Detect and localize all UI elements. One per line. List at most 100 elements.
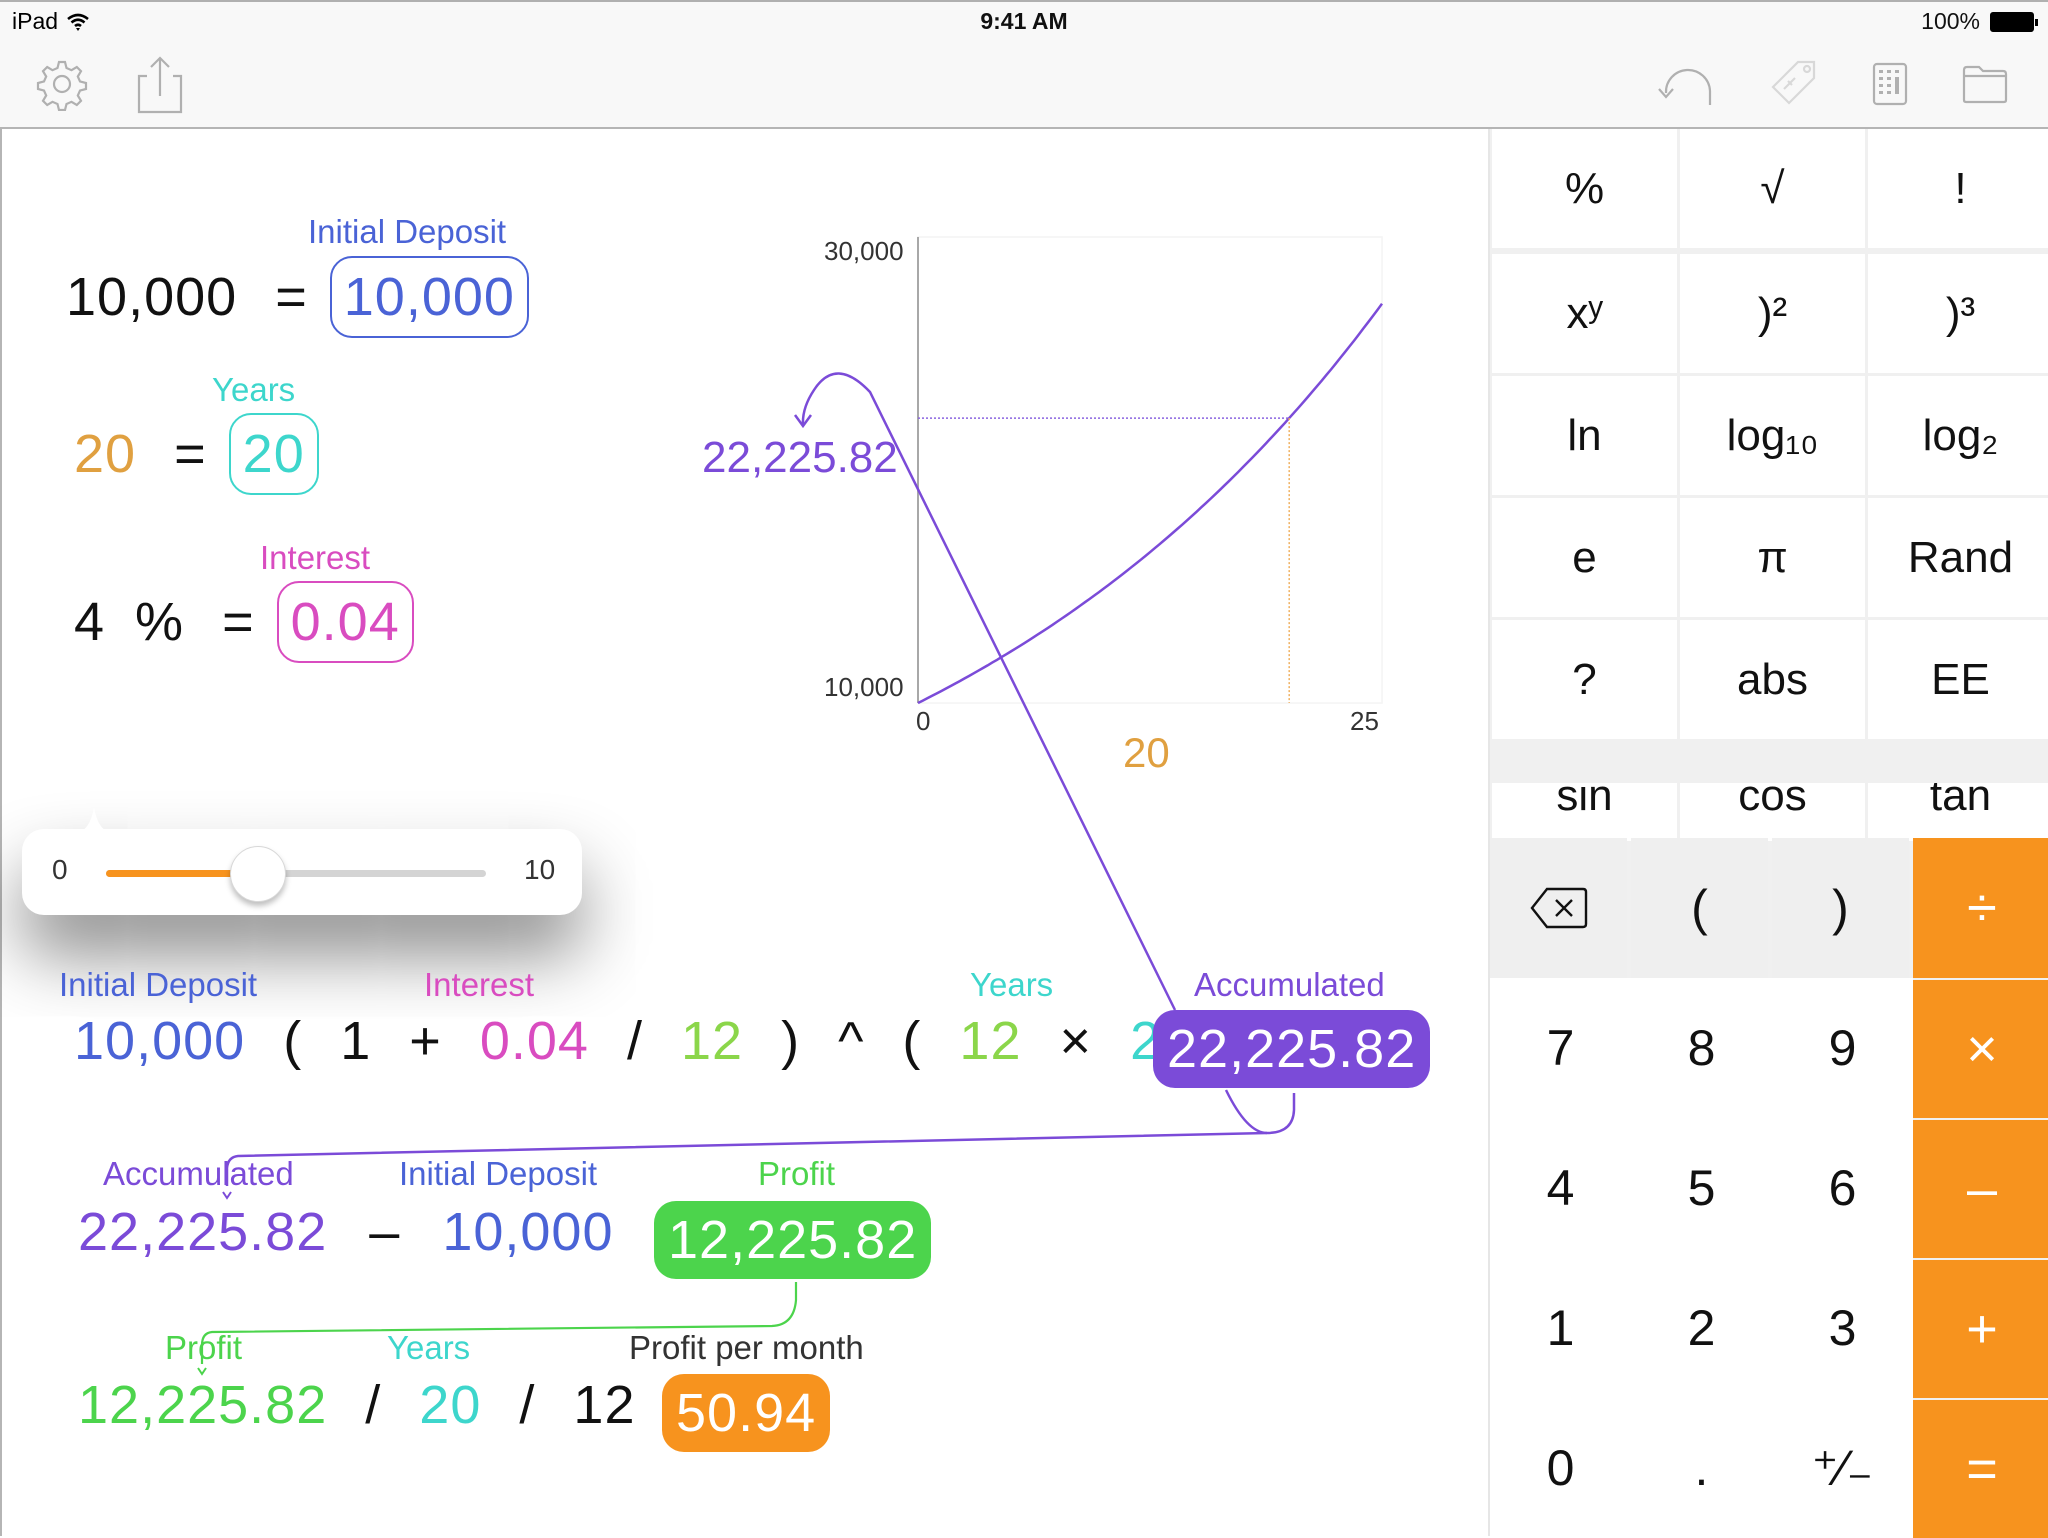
key-equals[interactable]: =	[1913, 1400, 2048, 1538]
key-7[interactable]: 7	[1490, 978, 1631, 1118]
key-5[interactable]: 5	[1631, 1118, 1772, 1258]
token-plus[interactable]: +	[409, 1011, 442, 1071]
token-minus[interactable]: –	[369, 1202, 400, 1262]
battery-icon	[1990, 11, 2038, 32]
key-cube[interactable]: )³	[1868, 254, 2048, 373]
key-add[interactable]: +	[1913, 1260, 2048, 1398]
key-ee[interactable]: EE	[1868, 620, 2048, 739]
result-profit[interactable]: 12,225.82	[654, 1201, 932, 1279]
result-profit-per-month[interactable]: 50.94	[662, 1374, 831, 1452]
token-months[interactable]: 12	[573, 1375, 635, 1435]
popover-tail	[76, 807, 112, 833]
equation-profit[interactable]: 22,225.82 – 10,000 =	[78, 1201, 686, 1263]
backspace-icon	[1529, 887, 1587, 929]
key-label: Rand	[1907, 532, 2014, 582]
key-label: log₁₀	[1726, 410, 1819, 460]
key-abs[interactable]: abs	[1680, 620, 1865, 739]
key-6[interactable]: 6	[1772, 1118, 1913, 1258]
share-icon	[137, 56, 183, 114]
key-ln[interactable]: ln	[1492, 376, 1677, 495]
key-cos[interactable]: cos	[1680, 783, 1865, 841]
key-sin[interactable]: sin	[1492, 783, 1677, 841]
variable-value-interest[interactable]: 0.04	[276, 581, 414, 663]
result-monthly-wrap[interactable]: 50.94	[662, 1374, 831, 1452]
variable-row-years[interactable]: 20 = 20	[74, 413, 319, 495]
key-tan[interactable]: tan	[1868, 783, 2048, 841]
key-label: +	[1966, 1299, 1998, 1359]
equation-monthly[interactable]: 12,225.82 / 20 / 12 =	[78, 1374, 706, 1436]
key-2[interactable]: 2	[1631, 1258, 1772, 1398]
key-1[interactable]: 1	[1490, 1258, 1631, 1398]
token-divide[interactable]: /	[365, 1375, 381, 1435]
key-open-paren[interactable]: (	[1631, 838, 1768, 978]
key-pi[interactable]: π	[1680, 498, 1865, 617]
token-open-paren[interactable]: (	[902, 1011, 921, 1071]
key-power[interactable]: xʸ	[1492, 254, 1677, 373]
token-profit-ref[interactable]: 12,225.82	[78, 1375, 327, 1435]
tag-button[interactable]	[1763, 54, 1823, 114]
chart-y-marker-label: 22,225.82	[702, 433, 898, 482]
key-log10[interactable]: log₁₀	[1680, 376, 1865, 495]
token-years-ref[interactable]: 20	[419, 1375, 481, 1435]
variable-expression[interactable]: 20	[74, 424, 136, 484]
share-button[interactable]	[130, 54, 190, 114]
equals-sign: =	[275, 267, 308, 327]
token-power[interactable]: ^	[838, 1011, 864, 1071]
documents-button[interactable]	[1955, 54, 2015, 114]
chart-x-tick-min: 0	[916, 706, 931, 736]
key-divide[interactable]: ÷	[1913, 838, 2048, 978]
key-4[interactable]: 4	[1490, 1118, 1631, 1258]
token-multiply[interactable]: ×	[1060, 1011, 1093, 1071]
key-e[interactable]: e	[1492, 498, 1677, 617]
key-label: ÷	[1967, 878, 1997, 938]
equation-accumulated[interactable]: 10,000 ( 1 + 0.04 / 12 ) ^ ( 12 × 20 ) =	[74, 1010, 1320, 1072]
key-0[interactable]: 0	[1490, 1398, 1631, 1538]
token-initial-deposit-ref[interactable]: 10,000	[442, 1202, 613, 1262]
key-8[interactable]: 8	[1631, 978, 1772, 1118]
key-3[interactable]: 3	[1772, 1258, 1913, 1398]
result-accumulated-wrap[interactable]: 22,225.82	[1153, 1010, 1431, 1088]
worksheet-canvas[interactable]: 30,000 10,000 0 25 20 22,225.82 Initial …	[0, 129, 1488, 1536]
key-label: 8	[1687, 1020, 1716, 1076]
key-help[interactable]: ?	[1492, 620, 1677, 739]
variable-value-initial-deposit[interactable]: 10,000	[329, 256, 529, 338]
token-months[interactable]: 12	[681, 1011, 743, 1071]
key-close-paren[interactable]: )	[1772, 838, 1909, 978]
key-factorial[interactable]: !	[1868, 129, 2048, 248]
key-decimal[interactable]: .	[1631, 1398, 1772, 1538]
token-months[interactable]: 12	[959, 1011, 1021, 1071]
key-square[interactable]: )²	[1680, 254, 1865, 373]
result-profit-wrap[interactable]: 12,225.82	[654, 1201, 932, 1279]
key-negate[interactable]: ⁺∕₋	[1772, 1398, 1913, 1538]
variable-value-years[interactable]: 20	[228, 413, 319, 495]
variable-expression[interactable]: 10,000	[66, 267, 237, 327]
key-label: 9	[1828, 1020, 1857, 1076]
key-percent[interactable]: %	[1492, 129, 1677, 248]
token-divide[interactable]: /	[519, 1375, 535, 1435]
key-label: 3	[1828, 1300, 1857, 1356]
key-sqrt[interactable]: √	[1680, 129, 1865, 248]
undo-button[interactable]	[1658, 54, 1718, 114]
settings-button[interactable]	[32, 54, 92, 114]
token-close-paren[interactable]: )	[781, 1011, 800, 1071]
key-9[interactable]: 9	[1772, 978, 1913, 1118]
key-log2[interactable]: log₂	[1868, 376, 2048, 495]
keypad-toggle-button[interactable]	[1860, 54, 1920, 114]
token-interest[interactable]: 0.04	[480, 1011, 589, 1071]
variable-row-initial-deposit[interactable]: 10,000 = 10,000	[66, 256, 529, 338]
key-multiply[interactable]: ×	[1913, 980, 2048, 1118]
slider-track[interactable]	[106, 870, 486, 877]
result-accumulated[interactable]: 22,225.82	[1153, 1010, 1431, 1088]
label-initial-deposit-ref: Initial Deposit	[399, 1155, 598, 1192]
key-backspace[interactable]	[1490, 838, 1627, 978]
token-divide[interactable]: /	[627, 1011, 643, 1071]
variable-expression[interactable]: 4 %	[74, 592, 184, 652]
token-accumulated-ref[interactable]: 22,225.82	[78, 1202, 327, 1262]
variable-row-interest[interactable]: 4 % = 0.04	[74, 581, 414, 663]
token-one[interactable]: 1	[340, 1011, 371, 1071]
token-initial-deposit[interactable]: 10,000	[74, 1011, 245, 1071]
slider-thumb[interactable]	[230, 846, 286, 902]
key-rand[interactable]: Rand	[1868, 498, 2048, 617]
token-open-paren[interactable]: (	[283, 1011, 302, 1071]
key-subtract[interactable]: –	[1913, 1120, 2048, 1258]
